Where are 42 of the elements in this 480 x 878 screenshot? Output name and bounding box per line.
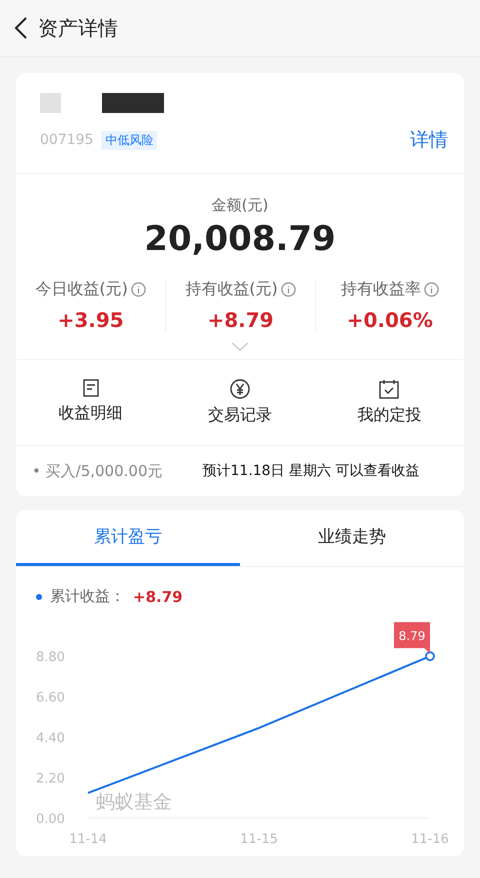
- x-tick-label: 11-16: [411, 832, 449, 847]
- chart-tab[interactable]: 业绩走势: [240, 510, 464, 566]
- y-tick-label: 0.00: [36, 812, 65, 827]
- legend-value: +8.79: [133, 588, 183, 606]
- end-point-marker: [425, 651, 435, 662]
- action-button[interactable]: 我的定投: [314, 378, 464, 427]
- info-icon[interactable]: [280, 282, 296, 297]
- x-tick-label: 11-14: [69, 832, 107, 847]
- legend-label: 累计收益：: [50, 587, 125, 606]
- action-button[interactable]: 收益明细: [16, 378, 166, 427]
- x-tick-label: 11-15: [240, 832, 278, 847]
- document-icon: [82, 379, 100, 397]
- calendar-icon: [379, 379, 400, 399]
- action-button[interactable]: 交易记录: [165, 378, 315, 427]
- chart-tab[interactable]: 累计盈亏: [16, 510, 240, 566]
- earnings-notice: 预计11.18日 星期六 可以查看收益: [202, 462, 420, 480]
- stat-label: 今日收益(元): [35, 279, 128, 300]
- y-tick-label: 6.60: [36, 690, 65, 706]
- value-tooltip: 8.79: [394, 622, 430, 654]
- stat-value: +0.06%: [346, 308, 433, 332]
- y-tick-label: 4.40: [36, 731, 65, 746]
- risk-tag: 中低风险: [101, 130, 158, 150]
- y-tick-label: 8.80: [36, 650, 65, 665]
- amount-value: 20,008.79: [144, 219, 336, 259]
- purchase-info: • 买入/5,000.00元: [32, 462, 162, 480]
- stat-value: +8.79: [207, 308, 274, 332]
- info-icon[interactable]: [424, 282, 439, 297]
- page-title: 资产详情: [38, 14, 118, 42]
- y-tick-label: 2.20: [36, 772, 65, 786]
- stat-value: +3.95: [58, 308, 124, 332]
- detail-link[interactable]: 详情: [410, 127, 448, 153]
- fund-code: 007195: [40, 132, 94, 148]
- back-icon[interactable]: [14, 17, 28, 39]
- chart-watermark: 蚂蚁基金: [96, 791, 172, 813]
- redaction-bar: [102, 93, 164, 113]
- stat-label: 持有收益(元): [185, 279, 278, 300]
- info-icon[interactable]: [130, 282, 146, 297]
- annotation: 8.79: [398, 629, 426, 644]
- redaction-block: [40, 93, 61, 113]
- stat-label: 持有收益率: [340, 279, 421, 300]
- amount-label: 金额(元): [212, 196, 268, 215]
- yen-icon: [230, 379, 250, 399]
